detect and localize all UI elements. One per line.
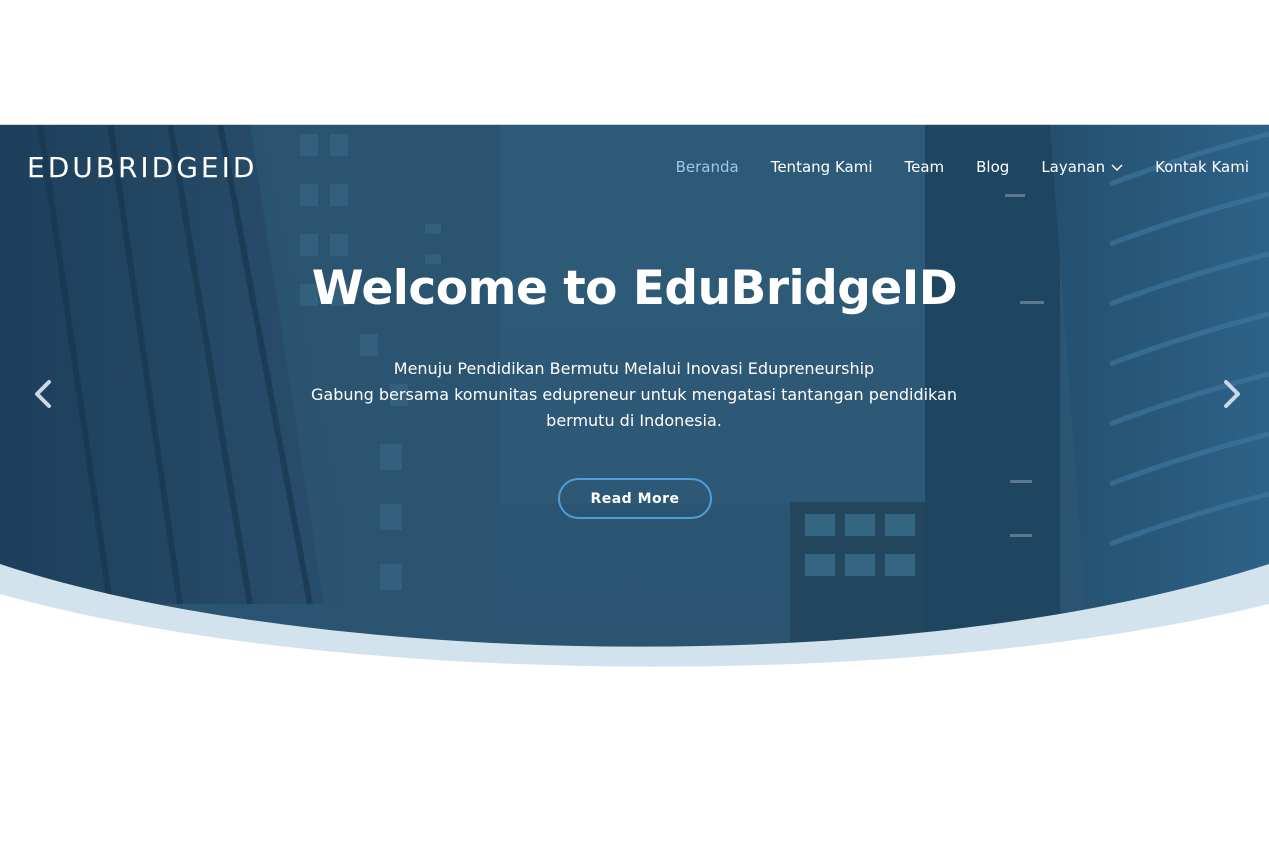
nav-menu: Beranda Tentang Kami Team Blog Layanan K… xyxy=(644,157,1249,177)
nav-item-beranda[interactable]: Beranda xyxy=(676,157,739,177)
hero-subtitle-line2: Gabung bersama komunitas edupreneur untu… xyxy=(311,385,957,430)
chevron-down-icon xyxy=(1111,164,1123,171)
chevron-right-icon[interactable] xyxy=(1218,376,1246,412)
brand-logo[interactable]: EDUBRIDGEID xyxy=(27,152,257,184)
hero-subtitle-line1: Menuju Pendidikan Bermutu Melalui Inovas… xyxy=(393,359,875,378)
nav-item-label: Layanan xyxy=(1041,158,1106,176)
nav-item-team[interactable]: Team xyxy=(904,157,944,177)
nav-item-layanan[interactable]: Layanan xyxy=(1041,157,1123,177)
page: EDUBRIDGEID Beranda Tentang Kami Team Bl… xyxy=(0,0,1269,843)
nav-item-label: Tentang Kami xyxy=(770,158,873,176)
nav-item-blog[interactable]: Blog xyxy=(976,157,1009,177)
hero-title: Welcome to EduBridgeID xyxy=(311,261,958,316)
chevron-left-icon[interactable] xyxy=(29,376,57,412)
read-more-button[interactable]: Read More xyxy=(558,478,712,519)
nav-item-tentang-kami[interactable]: Tentang Kami xyxy=(771,157,873,177)
hero-subtitle: Menuju Pendidikan Bermutu Melalui Inovas… xyxy=(284,356,984,434)
nav-item-label: Kontak Kami xyxy=(1155,158,1249,176)
hero-carousel: EDUBRIDGEID Beranda Tentang Kami Team Bl… xyxy=(0,124,1269,669)
nav-item-label: Beranda xyxy=(675,158,739,176)
nav-item-label: Team xyxy=(904,158,945,176)
nav-item-label: Blog xyxy=(976,158,1010,176)
nav-item-kontak-kami[interactable]: Kontak Kami xyxy=(1155,157,1249,177)
navbar: EDUBRIDGEID Beranda Tentang Kami Team Bl… xyxy=(0,124,1269,212)
